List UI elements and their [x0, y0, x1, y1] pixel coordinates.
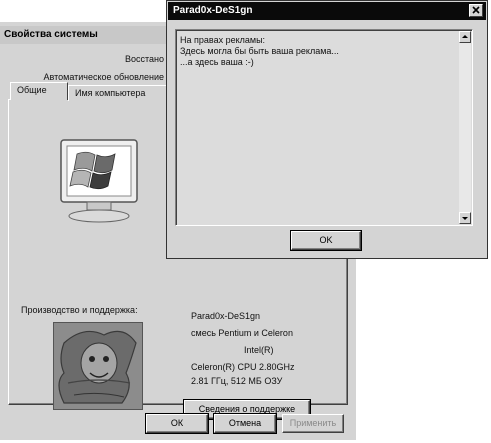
- processor-speed-ram: 2.81 ГГц, 512 МБ ОЗУ: [191, 376, 283, 386]
- ok-button[interactable]: ОК: [146, 414, 208, 433]
- scroll-down-button[interactable]: [459, 212, 471, 224]
- message-window: Parad0x-DeS1gn На правах рекламы: Здесь …: [166, 0, 488, 259]
- message-window-title: Parad0x-DeS1gn: [173, 5, 253, 16]
- message-window-titlebar[interactable]: Parad0x-DeS1gn: [168, 2, 486, 20]
- system-properties-titlebar[interactable]: Свойства системы: [0, 26, 170, 44]
- processor-vendor: Intel(R): [244, 345, 274, 355]
- close-icon: [472, 6, 480, 14]
- manufacturer-label: Производство и поддержка:: [21, 305, 138, 315]
- message-line: На правах рекламы:: [180, 35, 266, 45]
- manufacturer-logo-image: [53, 322, 143, 410]
- tab-computer-name[interactable]: Имя компьютера: [68, 85, 168, 101]
- processor-description: смесь Pentium и Celeron: [191, 328, 293, 338]
- message-line: Здесь могла бы быть ваша реклама...: [180, 46, 339, 56]
- close-button[interactable]: [469, 4, 483, 17]
- scroll-up-button[interactable]: [459, 31, 471, 43]
- arrow-up-icon: [462, 35, 468, 38]
- window-title: Свойства системы: [4, 29, 98, 40]
- message-ok-button[interactable]: OK: [291, 231, 361, 250]
- tab-general[interactable]: Общие: [10, 82, 68, 100]
- tab-automatic-updates[interactable]: Автоматическое обновление: [44, 72, 164, 82]
- apply-button[interactable]: Применить: [282, 414, 344, 433]
- message-line: ...а здесь ваша :-): [180, 57, 254, 67]
- tab-system-restore[interactable]: Восстано: [125, 54, 164, 64]
- windows-logo-icon: [57, 138, 141, 230]
- cancel-button[interactable]: Отмена: [214, 414, 276, 433]
- registered-owner: Parad0x-DeS1gn: [191, 311, 261, 321]
- arrow-down-icon: [462, 217, 468, 220]
- message-text-area[interactable]: На правах рекламы: Здесь могла бы быть в…: [175, 29, 473, 226]
- processor-model: Celeron(R) CPU 2.80GHz: [191, 362, 295, 372]
- vertical-scrollbar[interactable]: [459, 31, 471, 224]
